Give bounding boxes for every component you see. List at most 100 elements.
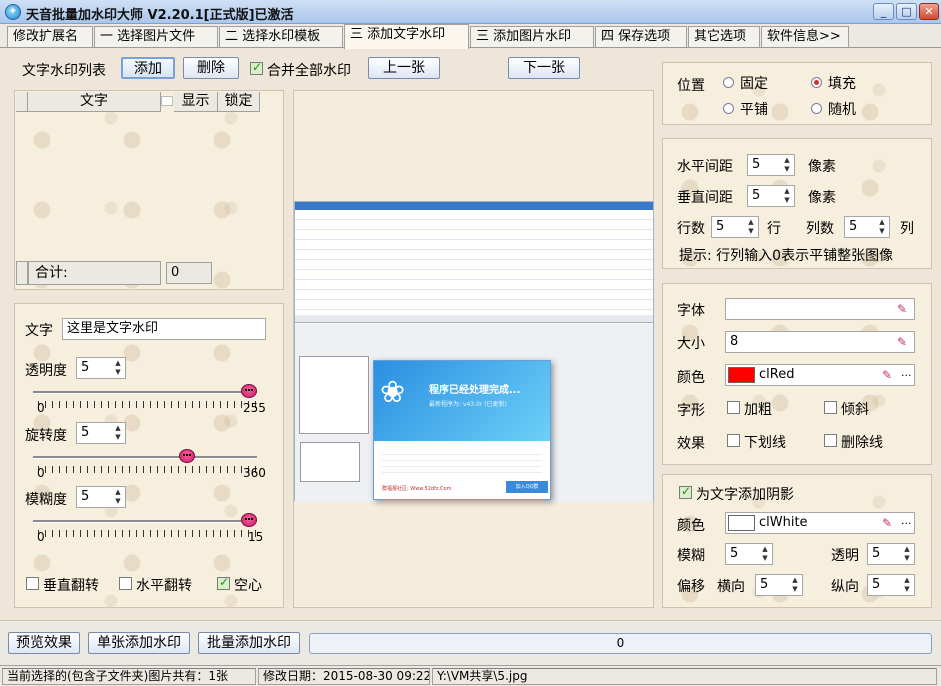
font-label: 字体 [677, 303, 705, 319]
italic-checkbox[interactable] [824, 401, 837, 414]
spin-arrows-icon[interactable]: ▲ ▼ [782, 187, 792, 205]
position-fill-radio[interactable] [811, 77, 822, 88]
opacity-label: 透明度 [25, 363, 67, 379]
opacity-slider-track[interactable] [33, 391, 257, 394]
tab-image-watermark[interactable]: 三 添加图片水印 [470, 26, 594, 47]
shadow-y-stepper[interactable]: 5 ▲ ▼ [867, 574, 915, 596]
shadow-color-more-icon[interactable]: ... [901, 513, 912, 531]
tab-software-info[interactable]: 软件信息>> [761, 26, 849, 47]
shadow-enable-label[interactable]: 为文字添加阴影 [696, 484, 794, 504]
italic-label[interactable]: 倾斜 [841, 399, 869, 419]
position-fixed-label[interactable]: 固定 [740, 73, 768, 93]
color-more-icon[interactable]: ... [901, 365, 912, 383]
rotate-slider-track[interactable] [33, 456, 257, 459]
h-spacing-value: 5 [752, 157, 761, 172]
shadow-blur-stepper[interactable]: 5 ▲ ▼ [725, 543, 773, 565]
preview-dialog: ❀ 程序已经处理完成... 最新程序为: v43.0r (已更新) 群福报社区:… [373, 360, 551, 500]
col-header-lock[interactable]: 锁定 [218, 92, 260, 112]
flip-vertical-checkbox[interactable] [26, 577, 39, 590]
cols-label: 列数 [806, 221, 834, 237]
cols-value: 5 [849, 219, 858, 234]
spin-arrows-icon[interactable]: ▲ ▼ [790, 576, 800, 594]
rotate-stepper[interactable]: 5 ▲ ▼ [76, 422, 126, 444]
hollow-checkbox[interactable] [217, 575, 230, 590]
spin-arrows-icon[interactable]: ▲ ▼ [113, 424, 123, 442]
color-picker-icon[interactable]: ✎ [882, 369, 898, 381]
tab-select-template[interactable]: 二 选择水印模板 [219, 26, 343, 47]
position-random-label[interactable]: 随机 [828, 99, 856, 119]
spin-arrows-icon[interactable]: ▲ ▼ [746, 218, 756, 236]
position-fill-label[interactable]: 填充 [828, 73, 856, 93]
position-tile-label[interactable]: 平铺 [740, 99, 768, 119]
blur-label: 模糊度 [25, 492, 67, 508]
spin-arrows-icon[interactable]: ▲ ▼ [113, 359, 123, 377]
spin-arrows-icon[interactable]: ▲ ▼ [902, 576, 912, 594]
font-picker-icon[interactable]: ✎ [897, 303, 913, 315]
tab-save-options[interactable]: 四 保存选项 [595, 26, 687, 47]
underline-label[interactable]: 下划线 [744, 432, 786, 452]
add-button[interactable]: 添加 [121, 57, 175, 79]
merge-all-checkbox[interactable] [250, 60, 263, 75]
spin-arrows-icon[interactable]: ▲ ▼ [113, 488, 123, 506]
opacity-min: 0 [37, 401, 45, 415]
underline-checkbox[interactable] [727, 434, 740, 447]
v-spacing-stepper[interactable]: 5 ▲ ▼ [747, 185, 795, 207]
tab-rename-ext[interactable]: 修改扩展名 [7, 26, 93, 47]
tab-other-options[interactable]: 其它选项 [688, 26, 760, 47]
preview-effect-button[interactable]: 预览效果 [8, 632, 80, 654]
merge-all-label[interactable]: 合并全部水印 [267, 60, 351, 80]
cols-stepper[interactable]: 5 ▲ ▼ [844, 216, 890, 238]
next-image-button[interactable]: 下一张 [508, 57, 580, 79]
position-random-radio[interactable] [811, 103, 822, 114]
tab-text-watermark[interactable]: 三 添加文字水印 [344, 24, 469, 49]
close-icon[interactable]: ✕ [919, 3, 939, 20]
watermark-text-input[interactable]: 这里是文字水印 [62, 318, 266, 340]
font-size-field[interactable]: 8 [725, 331, 915, 353]
bold-checkbox[interactable] [727, 401, 740, 414]
text-label: 文字 [25, 323, 53, 339]
prev-image-button[interactable]: 上一张 [368, 57, 440, 79]
spin-arrows-icon[interactable]: ▲ ▼ [782, 156, 792, 174]
position-tile-radio[interactable] [723, 103, 734, 114]
tab-select-images[interactable]: 一 选择图片文件 [94, 26, 218, 47]
shadow-x-stepper[interactable]: 5 ▲ ▼ [755, 574, 803, 596]
preview-dialog-banner: ❀ 程序已经处理完成... 最新程序为: v43.0r (已更新) [374, 361, 550, 441]
size-picker-icon[interactable]: ✎ [897, 336, 913, 348]
batch-add-button[interactable]: 批量添加水印 [198, 632, 300, 654]
strikeout-label[interactable]: 删除线 [841, 432, 883, 452]
cols-unit: 列 [900, 221, 914, 237]
maximize-icon[interactable]: □ [896, 3, 917, 20]
shadow-offset-label: 偏移 [677, 579, 705, 595]
spin-arrows-icon[interactable]: ▲ ▼ [902, 545, 912, 563]
flip-vertical-label[interactable]: 垂直翻转 [43, 575, 99, 595]
shadow-color-picker-icon[interactable]: ✎ [882, 517, 898, 529]
image-preview[interactable]: ❀ 程序已经处理完成... 最新程序为: v43.0r (已更新) 群福报社区:… [293, 90, 654, 608]
spin-arrows-icon[interactable]: ▲ ▼ [760, 545, 770, 563]
minimize-icon[interactable]: _ [873, 3, 894, 20]
font-name-field[interactable] [725, 298, 915, 320]
col-header-show[interactable]: 显示 [174, 92, 218, 112]
bold-label[interactable]: 加粗 [744, 399, 772, 419]
shadow-enable-checkbox[interactable] [679, 484, 692, 499]
blur-slider-thumb[interactable] [241, 513, 257, 527]
opacity-slider-thumb[interactable] [241, 384, 257, 398]
rotate-slider-thumb[interactable] [178, 449, 195, 463]
flip-horizontal-label[interactable]: 水平翻转 [136, 575, 192, 595]
hollow-label[interactable]: 空心 [234, 575, 262, 595]
v-spacing-label: 垂直间距 [677, 190, 733, 206]
delete-button[interactable]: 删除 [183, 57, 239, 79]
h-spacing-stepper[interactable]: 5 ▲ ▼ [747, 154, 795, 176]
strikeout-checkbox[interactable] [824, 434, 837, 447]
blur-stepper[interactable]: 5 ▲ ▼ [76, 486, 126, 508]
rows-stepper[interactable]: 5 ▲ ▼ [711, 216, 759, 238]
position-fixed-radio[interactable] [723, 77, 734, 88]
flip-horizontal-checkbox[interactable] [119, 577, 132, 590]
shadow-color-label: 颜色 [677, 518, 705, 534]
shadow-alpha-stepper[interactable]: 5 ▲ ▼ [867, 543, 915, 565]
blur-slider-track[interactable] [33, 520, 257, 523]
opacity-stepper[interactable]: 5 ▲ ▼ [76, 357, 126, 379]
single-add-button[interactable]: 单张添加水印 [88, 632, 190, 654]
col-header-text[interactable]: 文字 [28, 92, 161, 112]
spin-arrows-icon[interactable]: ▲ ▼ [877, 218, 887, 236]
progress-bar: 0 [309, 633, 932, 654]
